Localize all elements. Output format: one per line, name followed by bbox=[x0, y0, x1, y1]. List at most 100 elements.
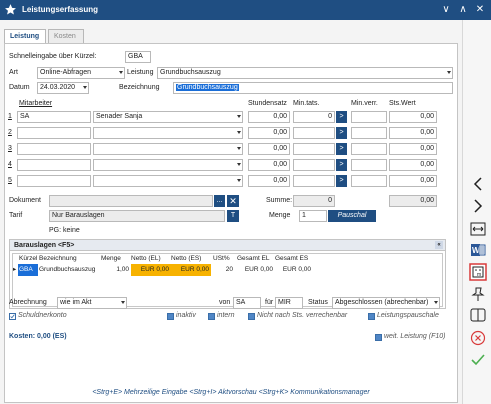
barauslagen-header: Barauslagen <F5> « bbox=[10, 240, 445, 251]
pauschal-button[interactable]: Pauschal bbox=[328, 210, 376, 222]
dokument-remove-icon[interactable]: ✕ bbox=[227, 195, 239, 207]
col-header: Gesamt EL bbox=[237, 255, 270, 262]
menge-label: Menge bbox=[269, 212, 291, 219]
weit-leistung-checkbox[interactable] bbox=[375, 334, 382, 341]
art-value: Online-Abfragen bbox=[40, 69, 91, 76]
maximize-icon[interactable]: ∧ bbox=[456, 3, 470, 17]
leistungspauschale-checkbox[interactable] bbox=[368, 313, 375, 320]
resize-button[interactable] bbox=[463, 222, 491, 242]
status-select[interactable]: Abgeschlossen (abrechenbar) bbox=[332, 297, 440, 309]
svg-text:m: m bbox=[477, 272, 481, 278]
sts-wert-input[interactable]: 0,00 bbox=[389, 175, 437, 187]
pin-button[interactable] bbox=[463, 286, 491, 306]
fuer-input[interactable]: MIR bbox=[275, 297, 303, 309]
calendar-button[interactable]: m bbox=[463, 263, 491, 284]
art-select[interactable]: Online-Abfragen bbox=[37, 67, 125, 79]
dokument-browse-button[interactable]: ... bbox=[214, 195, 225, 207]
cell-ust[interactable]: 20 bbox=[213, 264, 233, 276]
kuerzel-input[interactable] bbox=[17, 175, 91, 187]
leistung-select[interactable]: Grundbuchsauszug bbox=[157, 67, 453, 79]
min-verr-header: Min.verr. bbox=[351, 100, 378, 107]
previous-button[interactable] bbox=[463, 176, 491, 196]
nicht-verrechenbar-checkbox[interactable] bbox=[248, 313, 255, 320]
name-select[interactable] bbox=[93, 143, 243, 155]
star-icon bbox=[5, 4, 16, 15]
tarif-button[interactable]: T bbox=[227, 210, 239, 222]
summe-value: 0,00 bbox=[389, 195, 437, 207]
abrechnung-select[interactable]: wie im Akt bbox=[57, 297, 127, 309]
chevron-right-icon bbox=[473, 199, 482, 213]
stundensatz-input[interactable]: 0,00 bbox=[248, 111, 290, 123]
schnelleingabe-input[interactable]: GBA bbox=[125, 51, 151, 63]
stundensatz-input[interactable]: 0,00 bbox=[248, 127, 290, 139]
tab-kosten[interactable]: Kosten bbox=[48, 29, 84, 43]
transfer-button[interactable]: > bbox=[336, 143, 347, 155]
stundensatz-input[interactable]: 0,00 bbox=[248, 175, 290, 187]
dokument-input[interactable] bbox=[49, 195, 213, 207]
stundensatz-input[interactable]: 0,00 bbox=[248, 143, 290, 155]
confirm-button[interactable] bbox=[463, 352, 491, 372]
cell-gesamt-es: EUR 0,00 bbox=[282, 266, 311, 273]
min-verr-input[interactable] bbox=[351, 175, 387, 187]
cell-netto-es[interactable]: EUR 0,00 bbox=[171, 264, 211, 276]
min-verr-input[interactable] bbox=[351, 143, 387, 155]
kuerzel-input[interactable] bbox=[17, 127, 91, 139]
min-verr-input[interactable] bbox=[351, 159, 387, 171]
min-verr-input[interactable] bbox=[351, 127, 387, 139]
next-button[interactable] bbox=[463, 198, 491, 218]
sts-wert-input[interactable]: 0,00 bbox=[389, 127, 437, 139]
cell-gesamt-el: EUR 0,00 bbox=[244, 266, 273, 273]
sts-wert-input[interactable]: 0,00 bbox=[389, 159, 437, 171]
transfer-button[interactable]: > bbox=[336, 159, 347, 171]
bezeichnung-value: Grundbuchsauszug bbox=[176, 84, 239, 91]
col-header: Netto (ES) bbox=[171, 255, 202, 262]
cell-bezeichnung[interactable]: Grundbuchsauszug bbox=[39, 264, 99, 276]
schnelleingabe-label: Schnelleingabe über Kürzel: bbox=[9, 53, 97, 60]
minimize-icon[interactable]: ∨ bbox=[439, 3, 453, 17]
bezeichnung-input[interactable]: Grundbuchsauszug bbox=[173, 82, 453, 94]
tarif-input[interactable]: Nur Barauslagen bbox=[49, 210, 225, 222]
sts-wert-input[interactable]: 0,00 bbox=[389, 143, 437, 155]
book-button[interactable] bbox=[463, 308, 491, 328]
name-select[interactable] bbox=[93, 175, 243, 187]
col-header: USt% bbox=[213, 255, 230, 262]
datum-input[interactable]: 24.03.2020 bbox=[37, 82, 89, 94]
min-tats-input[interactable] bbox=[293, 127, 335, 139]
min-tats-input[interactable] bbox=[293, 159, 335, 171]
chevron-down-icon bbox=[447, 71, 451, 74]
name-select[interactable]: Senader Sanja bbox=[93, 111, 243, 123]
cell-kuerzel[interactable]: GBA bbox=[18, 264, 38, 276]
close-circle-icon bbox=[470, 330, 485, 346]
collapse-icon[interactable]: « bbox=[435, 241, 443, 249]
transfer-button[interactable]: > bbox=[336, 127, 347, 139]
kuerzel-input[interactable]: SA bbox=[17, 111, 91, 123]
intern-checkbox[interactable] bbox=[208, 313, 215, 320]
word-button[interactable]: W bbox=[463, 242, 491, 262]
close-icon[interactable]: ✕ bbox=[473, 3, 487, 17]
cell-menge[interactable]: 1,00 bbox=[99, 264, 129, 276]
transfer-button[interactable]: > bbox=[336, 175, 347, 187]
col-header: Bezeichnung bbox=[39, 255, 77, 262]
min-verr-input[interactable] bbox=[351, 111, 387, 123]
min-tats-input[interactable] bbox=[293, 175, 335, 187]
stundensatz-input[interactable]: 0,00 bbox=[248, 159, 290, 171]
min-tats-input[interactable] bbox=[293, 143, 335, 155]
sts-wert-input[interactable]: 0,00 bbox=[389, 111, 437, 123]
transfer-button[interactable]: > bbox=[336, 111, 347, 123]
min-tats-input[interactable]: 0 bbox=[293, 111, 335, 123]
menge-input[interactable]: 1 bbox=[299, 210, 327, 222]
von-input[interactable]: SA bbox=[233, 297, 261, 309]
chevron-left-icon bbox=[473, 177, 482, 191]
name-select[interactable] bbox=[93, 159, 243, 171]
kuerzel-input[interactable] bbox=[17, 159, 91, 171]
cancel-button[interactable] bbox=[463, 330, 491, 350]
tab-leistung[interactable]: Leistung bbox=[4, 29, 46, 44]
datum-value: 24.03.2020 bbox=[40, 84, 76, 91]
col-header: Kürzel bbox=[19, 255, 38, 262]
name-select[interactable] bbox=[93, 127, 243, 139]
leistung-label: Leistung bbox=[127, 69, 154, 76]
cell-netto-el[interactable]: EUR 0,00 bbox=[131, 264, 171, 276]
schuldnerkonto-checkbox[interactable] bbox=[9, 313, 16, 320]
kuerzel-input[interactable] bbox=[17, 143, 91, 155]
inaktiv-checkbox[interactable] bbox=[167, 313, 174, 320]
